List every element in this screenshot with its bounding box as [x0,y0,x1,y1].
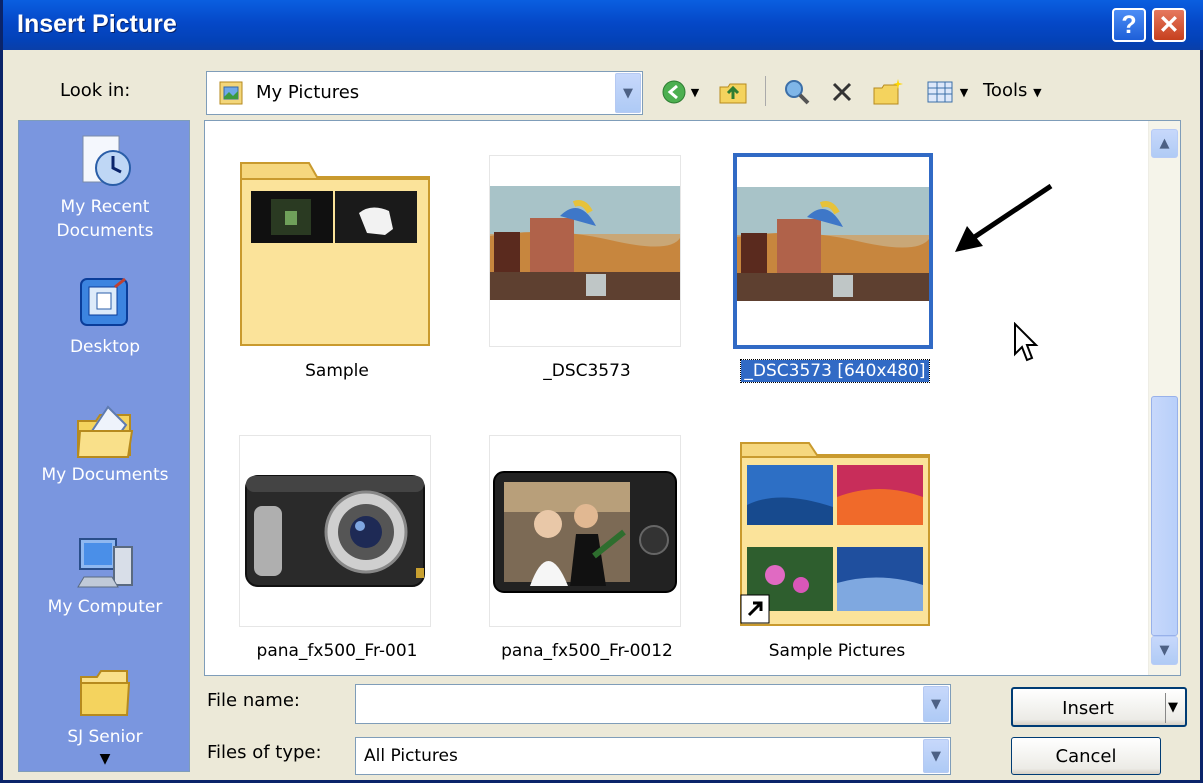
place-label: SJ Senior [67,727,143,747]
file-name-label: pana_fx500_Fr-0012 [501,641,673,661]
chevron-down-icon[interactable]: ▼ [923,686,949,722]
new-folder-button[interactable] [869,74,907,110]
image-thumbnail [489,435,681,627]
my-documents-icon [73,399,137,463]
files-of-type-value: All Pictures [364,746,458,766]
place-my-documents[interactable]: My Documents [19,399,189,487]
file-name-label: _DSC3573 [543,361,631,381]
scrollbar-thumb[interactable] [1151,396,1178,636]
scroll-up-button[interactable]: ▲ [1151,129,1178,158]
place-label: My Computer [47,597,163,617]
annotation-arrow-icon [955,183,1053,252]
chevron-down-icon[interactable]: ▼ [615,73,641,113]
delete-button[interactable] [825,74,859,110]
image-thumbnail [239,435,431,627]
file-name-input[interactable]: ▼ [355,684,951,724]
my-pictures-icon [217,79,245,112]
chevron-down-icon[interactable]: ▼ [1168,700,1178,715]
help-button[interactable]: ? [1112,8,1146,42]
files-of-type-dropdown[interactable]: All Pictures ▼ [355,737,951,775]
dialog-title: Insert Picture [17,10,177,38]
place-my-computer[interactable]: My Computer [19,531,189,619]
mouse-cursor-icon [1014,322,1039,362]
title-bar[interactable]: Insert Picture ? ✕ [3,0,1203,50]
search-web-button[interactable] [778,74,816,110]
desktop-icon [73,271,137,335]
views-icon [927,81,953,103]
folder-thumbnail [239,155,431,347]
tools-menu[interactable]: Tools ▼ [983,80,1042,101]
tools-label: Tools [983,80,1028,101]
file-name-label: Sample [305,361,369,381]
place-label: My Recent [60,197,150,217]
file-name-label: pana_fx500_Fr-001 [256,641,418,661]
insert-dropdown-divider [1165,693,1166,723]
look-in-value: My Pictures [256,82,360,103]
places-scroll-down-icon[interactable]: ▼ [95,751,115,769]
place-label: Desktop [69,337,141,357]
selected-file-name: _DSC3573 [640x480] [740,359,930,383]
insert-picture-dialog: Insert Picture ? ✕ Look in: My Pictures … [0,0,1203,783]
files-of-type-label: Files of type: [207,742,322,763]
places-bar: My Recent Documents Desktop My Documents… [18,120,190,772]
place-sj-senior[interactable]: SJ Senior [19,661,189,749]
search-web-icon [785,80,810,105]
recent-documents-icon [73,131,137,195]
new-folder-icon [873,79,903,105]
place-desktop[interactable]: Desktop [19,271,189,359]
my-computer-icon [73,531,137,595]
look-in-dropdown[interactable]: My Pictures ▼ [206,71,643,115]
back-button[interactable]: ▼ [655,74,705,110]
scroll-down-button[interactable]: ▼ [1151,636,1178,665]
vertical-scrollbar[interactable]: ▲ ▼ [1148,121,1180,675]
insert-label: Insert [1062,698,1114,719]
file-name-label-selected: _DSC3573 [640x480] [730,359,940,383]
insert-button[interactable]: Insert ▼ [1011,687,1187,727]
place-label: My Documents [41,465,169,485]
image-thumbnail-selected [733,153,933,349]
views-button[interactable]: ▼ [917,74,977,110]
folder-icon [73,661,137,725]
cancel-label: Cancel [1055,746,1117,767]
chevron-down-icon: ▼ [1033,86,1042,99]
file-name-label: File name: [207,690,300,711]
views-dropdown-icon: ▼ [959,85,969,99]
up-folder-icon [719,83,747,104]
folder-thumbnail [739,435,931,627]
close-button[interactable]: ✕ [1152,8,1186,42]
look-in-label: Look in: [60,80,131,101]
place-my-recent-documents[interactable]: My Recent Documents [19,131,189,243]
chevron-down-icon[interactable]: ▼ [923,739,949,773]
back-dropdown-icon: ▼ [690,85,700,99]
toolbar-separator [765,76,766,106]
cancel-button[interactable]: Cancel [1011,737,1161,775]
image-thumbnail [489,155,681,347]
file-name-label: Sample Pictures [768,641,906,661]
up-folder-button[interactable] [713,74,753,110]
back-arrow-icon [662,80,686,104]
delete-icon [832,82,852,102]
place-label: Documents [56,221,154,241]
